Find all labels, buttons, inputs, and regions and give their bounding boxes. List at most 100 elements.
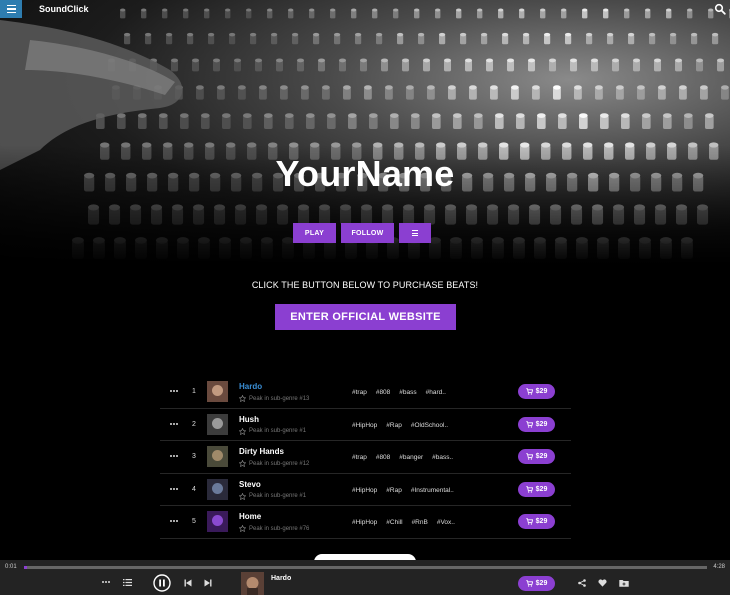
player-buy-button[interactable]: $29 <box>518 576 555 591</box>
genre-tag[interactable]: #banger <box>399 454 423 461</box>
peak-text: Peak in sub-genre #1 <box>249 428 307 434</box>
track-peak: Peak in sub-genre #1 <box>239 492 307 500</box>
cart-icon <box>525 453 533 460</box>
genre-tag[interactable]: #OldSchool.. <box>411 422 448 429</box>
track-more-icon[interactable] <box>170 422 178 426</box>
track-peak: Peak in sub-genre #76 <box>239 525 309 532</box>
track-artwork[interactable] <box>207 381 228 402</box>
genre-tag[interactable]: #Instrumental.. <box>411 487 454 494</box>
buy-track-button[interactable]: $29 <box>518 384 555 399</box>
pause-icon[interactable] <box>153 574 171 592</box>
track-title[interactable]: Home <box>239 512 261 521</box>
cart-icon <box>525 518 533 525</box>
track-row[interactable]: 3 Dirty Hands Peak in sub-genre #12 #tra… <box>160 441 571 474</box>
player-price: $29 <box>535 580 548 587</box>
track-row[interactable]: 2 Hush Peak in sub-genre #1 #HipHop #Rap #… <box>160 409 571 441</box>
track-peak: Peak in sub-genre #13 <box>239 395 309 402</box>
progress-bar[interactable] <box>24 566 707 569</box>
buy-track-button[interactable]: $29 <box>518 416 555 432</box>
cart-icon <box>525 580 533 587</box>
buy-track-button[interactable]: $29 <box>518 449 555 464</box>
track-title[interactable]: Hardo <box>239 382 262 391</box>
track-row[interactable]: 5 Home Peak in sub-genre #76 #HipHop #Chi… <box>160 506 571 539</box>
play-button[interactable]: PLAY <box>293 223 336 243</box>
track-number: 5 <box>192 518 196 525</box>
track-row[interactable]: 4 Stevo Peak in sub-genre #1 #HipHop #Rap… <box>160 474 571 506</box>
current-time: 0:01 <box>5 564 17 570</box>
genre-tag[interactable]: #hard.. <box>426 389 446 396</box>
star-icon <box>239 492 246 500</box>
genre-tag[interactable]: #Rap <box>386 487 402 494</box>
cart-icon <box>525 420 533 428</box>
add-to-playlist-icon[interactable] <box>619 579 629 587</box>
bars-menu-icon <box>412 230 418 236</box>
genre-tag[interactable]: #bass <box>399 389 416 396</box>
track-title[interactable]: Stevo <box>239 480 261 489</box>
star-icon <box>239 525 246 532</box>
track-price: $29 <box>535 388 548 395</box>
artist-name: YourName <box>275 153 455 194</box>
genre-tag[interactable]: #trap <box>352 389 367 396</box>
track-number: 2 <box>192 420 196 428</box>
track-tags: #trap #808 #bass #hard.. <box>352 389 446 396</box>
track-more-icon[interactable] <box>170 455 178 458</box>
track-list: 1 Hardo Peak in sub-genre #13 #trap #808 #… <box>160 376 571 539</box>
genre-tag[interactable]: #808 <box>376 389 390 396</box>
star-icon <box>239 427 246 435</box>
progress-fill <box>24 566 28 569</box>
genre-tag[interactable]: #bass.. <box>432 454 453 461</box>
buy-track-button[interactable]: $29 <box>518 481 555 497</box>
track-price: $29 <box>535 485 548 493</box>
enter-official-website-button[interactable]: ENTER OFFICIAL WEBSITE <box>275 304 456 330</box>
track-more-icon[interactable] <box>170 520 178 523</box>
genre-tag[interactable]: #HipHop <box>352 422 377 429</box>
peak-text: Peak in sub-genre #1 <box>249 493 307 499</box>
share-icon[interactable] <box>578 579 586 587</box>
track-peak: Peak in sub-genre #12 <box>239 460 309 467</box>
track-number: 4 <box>192 485 196 493</box>
top-bar: SoundClick <box>0 0 730 20</box>
track-more-icon[interactable] <box>170 390 178 393</box>
genre-tag[interactable]: #Vox.. <box>437 519 455 526</box>
brand-logo[interactable]: SoundClick <box>39 4 89 14</box>
cart-icon <box>525 388 533 395</box>
heart-icon[interactable] <box>598 579 607 587</box>
peak-text: Peak in sub-genre #76 <box>249 525 310 532</box>
more-options-button[interactable] <box>399 223 431 243</box>
track-title[interactable]: Hush <box>239 415 259 424</box>
genre-tag[interactable]: #RnB <box>412 519 428 526</box>
track-artwork[interactable] <box>207 511 228 532</box>
buy-track-button[interactable]: $29 <box>518 514 555 529</box>
track-artwork[interactable] <box>207 446 228 467</box>
track-peak: Peak in sub-genre #1 <box>239 427 307 435</box>
total-time: 4:28 <box>713 564 725 570</box>
genre-tag[interactable]: #trap <box>352 454 367 461</box>
track-artwork[interactable] <box>207 413 228 435</box>
track-tags: #HipHop #Rap #OldSchool.. <box>352 422 448 429</box>
previous-track-icon[interactable] <box>184 579 192 587</box>
genre-tag[interactable]: #HipHop <box>352 519 377 526</box>
track-more-icon[interactable] <box>170 487 178 491</box>
hamburger-menu-icon[interactable] <box>0 0 22 18</box>
playlist-icon[interactable] <box>123 579 132 586</box>
player-more-icon[interactable] <box>102 581 110 583</box>
track-number: 1 <box>192 388 196 395</box>
follow-button[interactable]: FOLLOW <box>341 223 394 243</box>
genre-tag[interactable]: #808 <box>376 454 390 461</box>
now-playing-title[interactable]: Hardo <box>271 575 291 582</box>
track-price: $29 <box>535 518 548 525</box>
genre-tag[interactable]: #Rap <box>386 422 402 429</box>
cart-icon <box>525 485 533 493</box>
next-track-icon[interactable] <box>204 579 212 587</box>
peak-text: Peak in sub-genre #13 <box>249 395 310 402</box>
track-row[interactable]: 1 Hardo Peak in sub-genre #13 #trap #808 #… <box>160 376 571 409</box>
star-icon <box>239 395 246 402</box>
hero-actions: PLAY FOLLOW <box>0 223 730 243</box>
track-artwork[interactable] <box>207 478 228 500</box>
genre-tag[interactable]: #HipHop <box>352 487 377 494</box>
search-icon[interactable] <box>714 3 726 15</box>
track-tags: #trap #808 #banger #bass.. <box>352 454 453 461</box>
track-title[interactable]: Dirty Hands <box>239 447 284 456</box>
genre-tag[interactable]: #Chill <box>386 519 402 526</box>
star-icon <box>239 460 246 467</box>
